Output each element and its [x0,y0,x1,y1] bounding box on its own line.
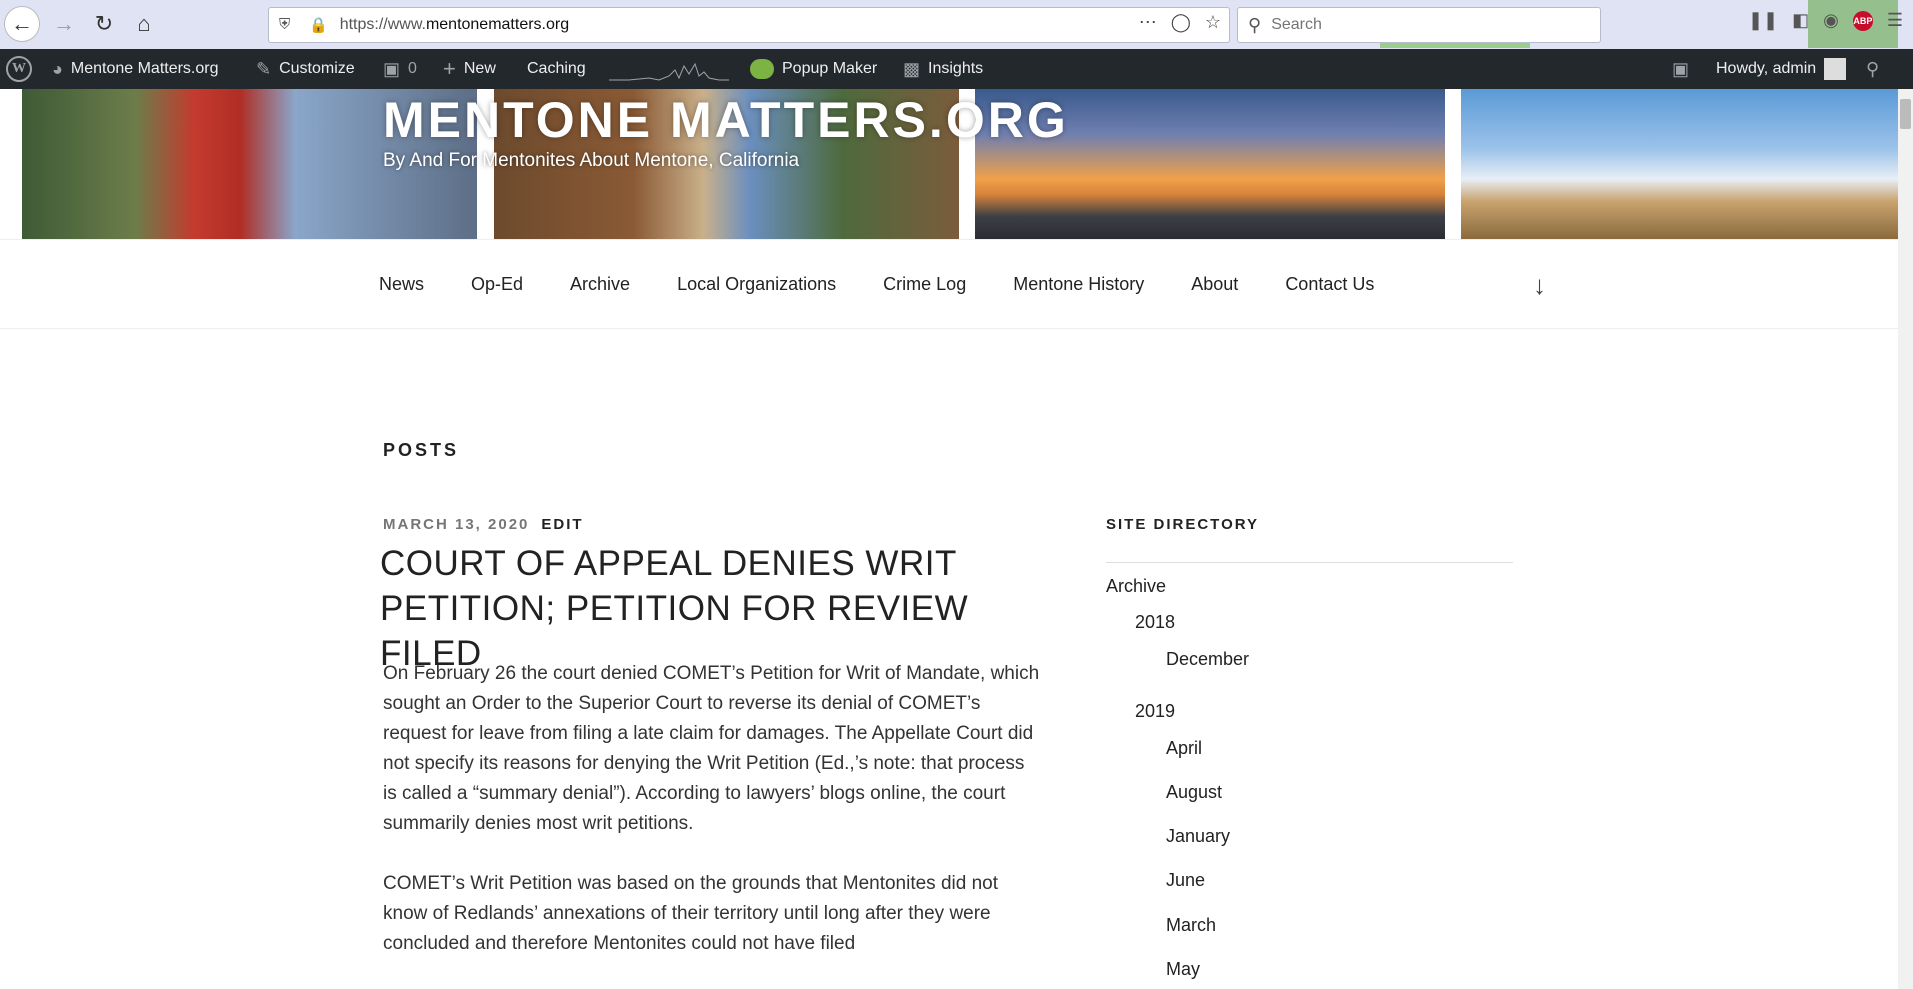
forward-arrow-icon: → [53,11,75,36]
home-button[interactable]: ⌂ [126,6,162,42]
nav-item-contact-us[interactable]: Contact Us [1285,274,1374,295]
address-bar[interactable]: ⛨ 🔒 https://www.mentonematters.org ⋯ ◯ ☆ [268,7,1230,43]
popup-maker-label: Popup Maker [782,60,878,77]
comments-count: 0 [408,60,417,77]
new-content-menu[interactable]: + New [443,49,496,89]
notification-icon: ▣ [1672,58,1690,79]
sidebar-item-month[interactable]: December [1166,649,1249,670]
comments-link[interactable]: ▣ 0 [383,49,417,89]
page-actions-icon[interactable]: ⋯ [1139,12,1157,33]
browser-search-input[interactable] [1269,15,1574,35]
stats-sparkline[interactable] [609,49,729,89]
lock-icon[interactable]: 🔒 [309,16,328,34]
avatar [1824,58,1847,80]
bar-chart-icon: ▩ [903,58,921,79]
post-meta: MARCH 13, 2020 EDIT [383,516,584,533]
scroll-down-arrow-icon[interactable]: ↓ [1533,270,1546,301]
popup-maker-icon [750,59,774,79]
library-icon[interactable]: ❚❚ [1748,10,1778,31]
back-button[interactable]: ← [4,6,40,42]
site-title[interactable]: MENTONE MATTERS.ORG [383,91,1069,149]
back-arrow-icon: ← [11,11,33,36]
post-date[interactable]: MARCH 13, 2020 [383,516,529,533]
customize-link[interactable]: ✎ Customize [256,49,355,89]
post-edit-link[interactable]: EDIT [541,516,583,533]
nav-item-news[interactable]: News [379,274,424,295]
post-title[interactable]: COURT OF APPEAL DENIES WRIT PETITION; PE… [380,541,1040,676]
sidebar-icon[interactable]: ◧ [1792,10,1809,31]
wp-logo-menu[interactable]: W [6,49,32,89]
sidebar-item-month[interactable]: April [1166,738,1202,759]
nav-item-archive[interactable]: Archive [570,274,630,295]
sidebar-item-month[interactable]: June [1166,870,1205,891]
sidebar-item-archive[interactable]: Archive [1106,576,1166,597]
wordpress-icon: W [6,56,32,82]
brush-icon: ✎ [256,58,272,79]
url-text[interactable]: https://www.mentonematters.org [340,16,569,34]
sidebar-item-month[interactable]: May [1166,959,1200,980]
my-account-menu[interactable]: Howdy, admin [1716,49,1847,89]
widget-divider [1106,562,1513,563]
sidebar-item-year-2019[interactable]: 2019 [1135,701,1175,722]
url-prefix: https://www. [339,16,426,33]
reload-icon: ↻ [94,11,114,36]
customize-label: Customize [279,60,355,77]
page-title: POSTS [383,440,460,460]
nav-item-mentone-history[interactable]: Mentone History [1013,274,1144,295]
notifications-button[interactable]: ▣ [1672,49,1689,89]
new-label: New [463,60,496,77]
extension-icon[interactable]: ◉ [1823,10,1839,31]
nav-item-about[interactable]: About [1191,274,1238,295]
bookmark-star-icon[interactable]: ☆ [1205,12,1221,33]
menu-icon[interactable]: ☰ [1887,10,1903,31]
site-name-label: Mentone Matters.org [70,60,219,77]
howdy-label: Howdy, admin [1716,60,1817,77]
header-photo-water-tower [1461,89,1913,239]
browser-toolbar: ← → ↻ ⌂ ⛨ 🔒 https://www.mentonematters.o… [0,0,1913,50]
sidebar-item-month[interactable]: August [1166,782,1222,803]
wp-admin-bar: W ◕ Mentone Matters.org ✎ Customize ▣ 0 … [0,49,1913,89]
main-navigation: News Op-Ed Archive Local Organizations C… [0,239,1898,329]
search-icon: ⚲ [1866,58,1880,79]
url-domain: mentonematters.org [425,16,570,33]
sidebar-item-month[interactable]: March [1166,915,1216,936]
insights-menu[interactable]: ▩ Insights [903,49,983,89]
stats-sparkline-chart [609,62,729,81]
admin-search-button[interactable]: ⚲ [1866,49,1879,89]
caching-menu[interactable]: Caching [527,49,586,89]
dashboard-icon: ◕ [52,58,63,79]
shield-icon[interactable]: ⛨ [279,16,295,34]
sidebar-item-year-2018[interactable]: 2018 [1135,612,1175,633]
nav-item-crime-log[interactable]: Crime Log [883,274,966,295]
scrollbar-thumb[interactable] [1900,99,1911,129]
sidebar-widget-title: SITE DIRECTORY [1106,516,1260,533]
plus-icon: + [443,56,456,81]
nav-item-local-organizations[interactable]: Local Organizations [677,274,836,295]
popup-maker-menu[interactable]: Popup Maker [750,49,877,89]
site-header: MENTONE MATTERS.ORG By And For Mentonite… [0,89,1913,239]
search-icon: ⚲ [1248,14,1262,35]
insights-label: Insights [928,60,984,77]
pocket-icon[interactable]: ◯ [1171,12,1191,33]
browser-search-bar[interactable]: ⚲ [1237,7,1601,43]
adblock-plus-icon[interactable]: ABP [1852,10,1873,31]
post-paragraph: On February 26 the court denied COMET’s … [383,663,1040,834]
site-description: By And For Mentonites About Mentone, Cal… [383,150,800,171]
nav-item-op-ed[interactable]: Op-Ed [471,274,523,295]
post-paragraph: COMET’s Writ Petition was based on the g… [383,873,999,954]
home-icon: ⌂ [137,11,151,36]
caching-label: Caching [527,60,586,77]
page-scrollbar[interactable] [1898,89,1913,989]
sidebar-item-month[interactable]: January [1166,826,1230,847]
reload-button[interactable]: ↻ [86,6,122,42]
comment-icon: ▣ [383,58,401,79]
post-content: On February 26 the court denied COMET’s … [383,659,1043,989]
forward-button[interactable]: → [46,6,82,42]
site-name-menu[interactable]: ◕ Mentone Matters.org [52,49,219,89]
